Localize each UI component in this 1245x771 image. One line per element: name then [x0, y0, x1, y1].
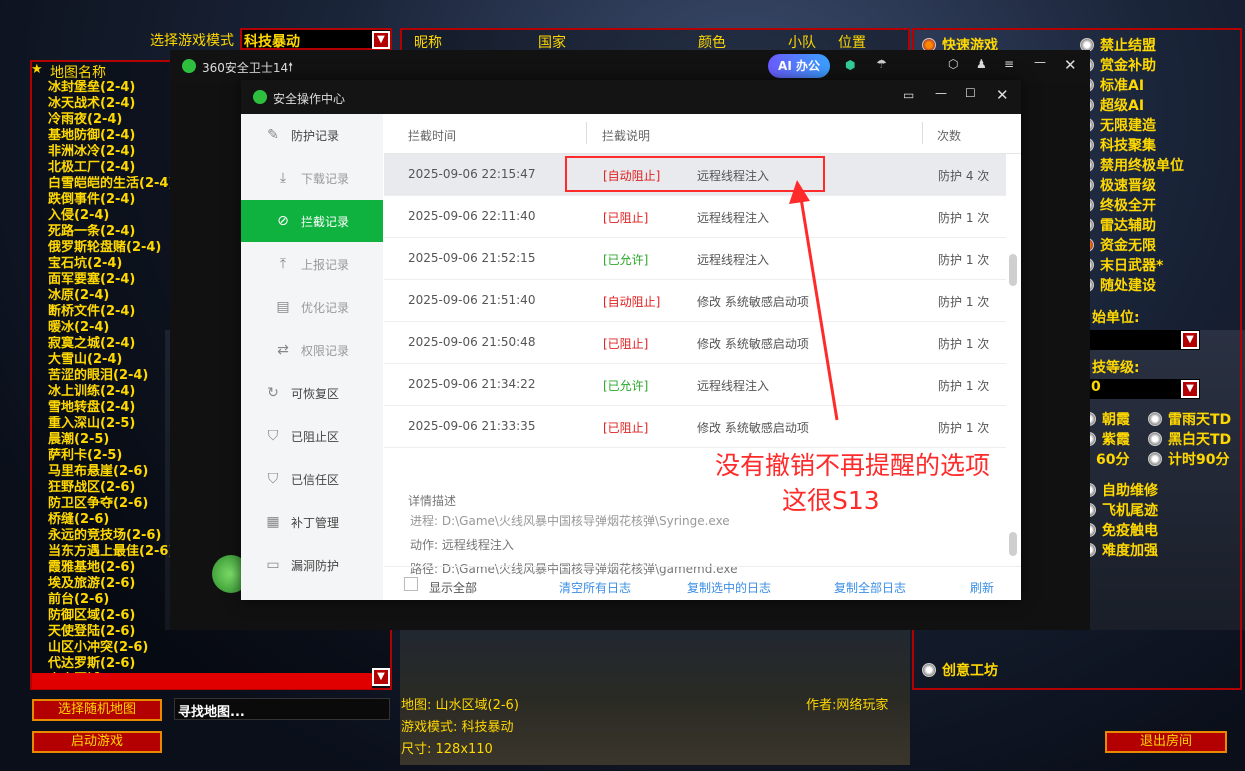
annotation-arrow [789, 180, 839, 421]
annotation-line1: 没有撤销不再提醒的选项 [715, 451, 991, 480]
annotation-line2: 这很S13 [782, 486, 880, 515]
